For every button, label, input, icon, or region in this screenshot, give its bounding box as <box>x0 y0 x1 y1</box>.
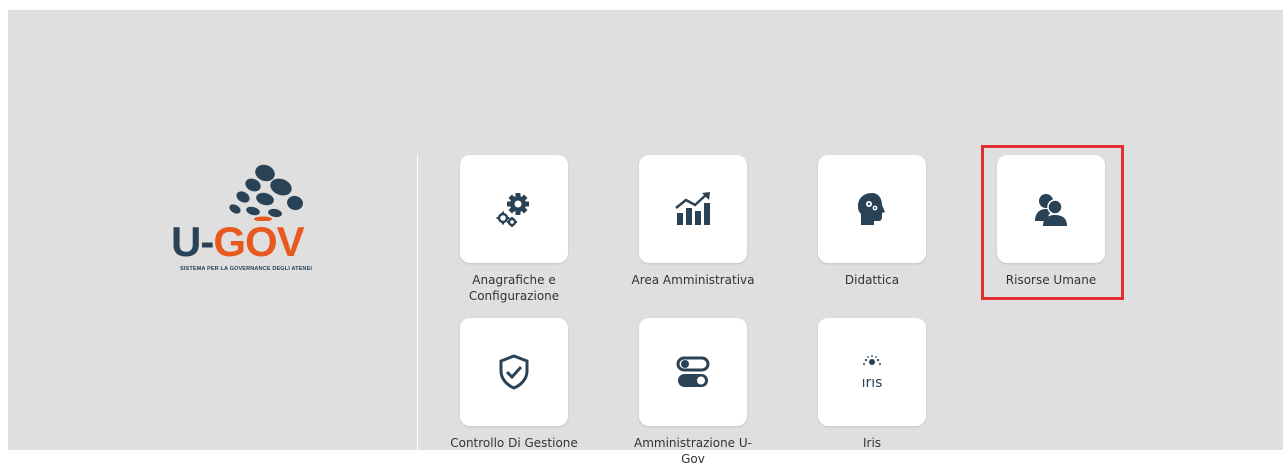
module-label: Didattica <box>844 273 900 287</box>
module-card[interactable] <box>818 155 926 263</box>
vertical-divider <box>417 155 418 450</box>
selection-highlight-box <box>981 145 1124 300</box>
logo-dots-icon <box>229 164 303 221</box>
module-label: Anagrafiche e Configurazione <box>468 273 560 303</box>
svg-text:ırıs: ırıs <box>862 375 883 390</box>
brain-head-icon <box>858 193 885 225</box>
module-card[interactable] <box>639 155 747 263</box>
module-anagrafiche-configurazione[interactable]: Anagrafiche e Configurazione <box>449 155 579 304</box>
module-label: Iris <box>862 436 882 450</box>
module-card[interactable]: ırıs <box>818 318 926 426</box>
module-iris[interactable]: ırıs Iris <box>807 318 937 451</box>
logo-wordmark: U-GOV <box>171 218 305 265</box>
shield-check-icon <box>499 354 529 390</box>
logo-tagline: SISTEMA PER LA GOVERNANCE DEGLI ATENEI <box>180 266 313 272</box>
module-label: Controllo Di Gestione <box>450 436 578 450</box>
module-didattica[interactable]: Didattica <box>807 155 937 288</box>
module-label: Amministrazione U-Gov <box>634 436 752 466</box>
module-card[interactable] <box>639 318 747 426</box>
module-amministrazione-ugov[interactable]: Amministrazione U-Gov <box>628 318 758 467</box>
bar-chart-growth-icon <box>675 192 710 225</box>
module-label: Area Amministrativa <box>631 273 755 287</box>
module-area-amministrativa[interactable]: Area Amministrativa <box>628 155 758 288</box>
gears-icon <box>496 193 529 227</box>
module-card[interactable] <box>460 318 568 426</box>
iris-logo-icon: ırıs <box>862 355 883 390</box>
toggles-icon <box>676 356 710 387</box>
module-card[interactable] <box>460 155 568 263</box>
module-controllo-di-gestione[interactable]: Controllo Di Gestione <box>449 318 579 451</box>
ugov-logo: U-GOV SISTEMA PER LA GOVERNANCE DEGLI AT… <box>171 163 341 275</box>
